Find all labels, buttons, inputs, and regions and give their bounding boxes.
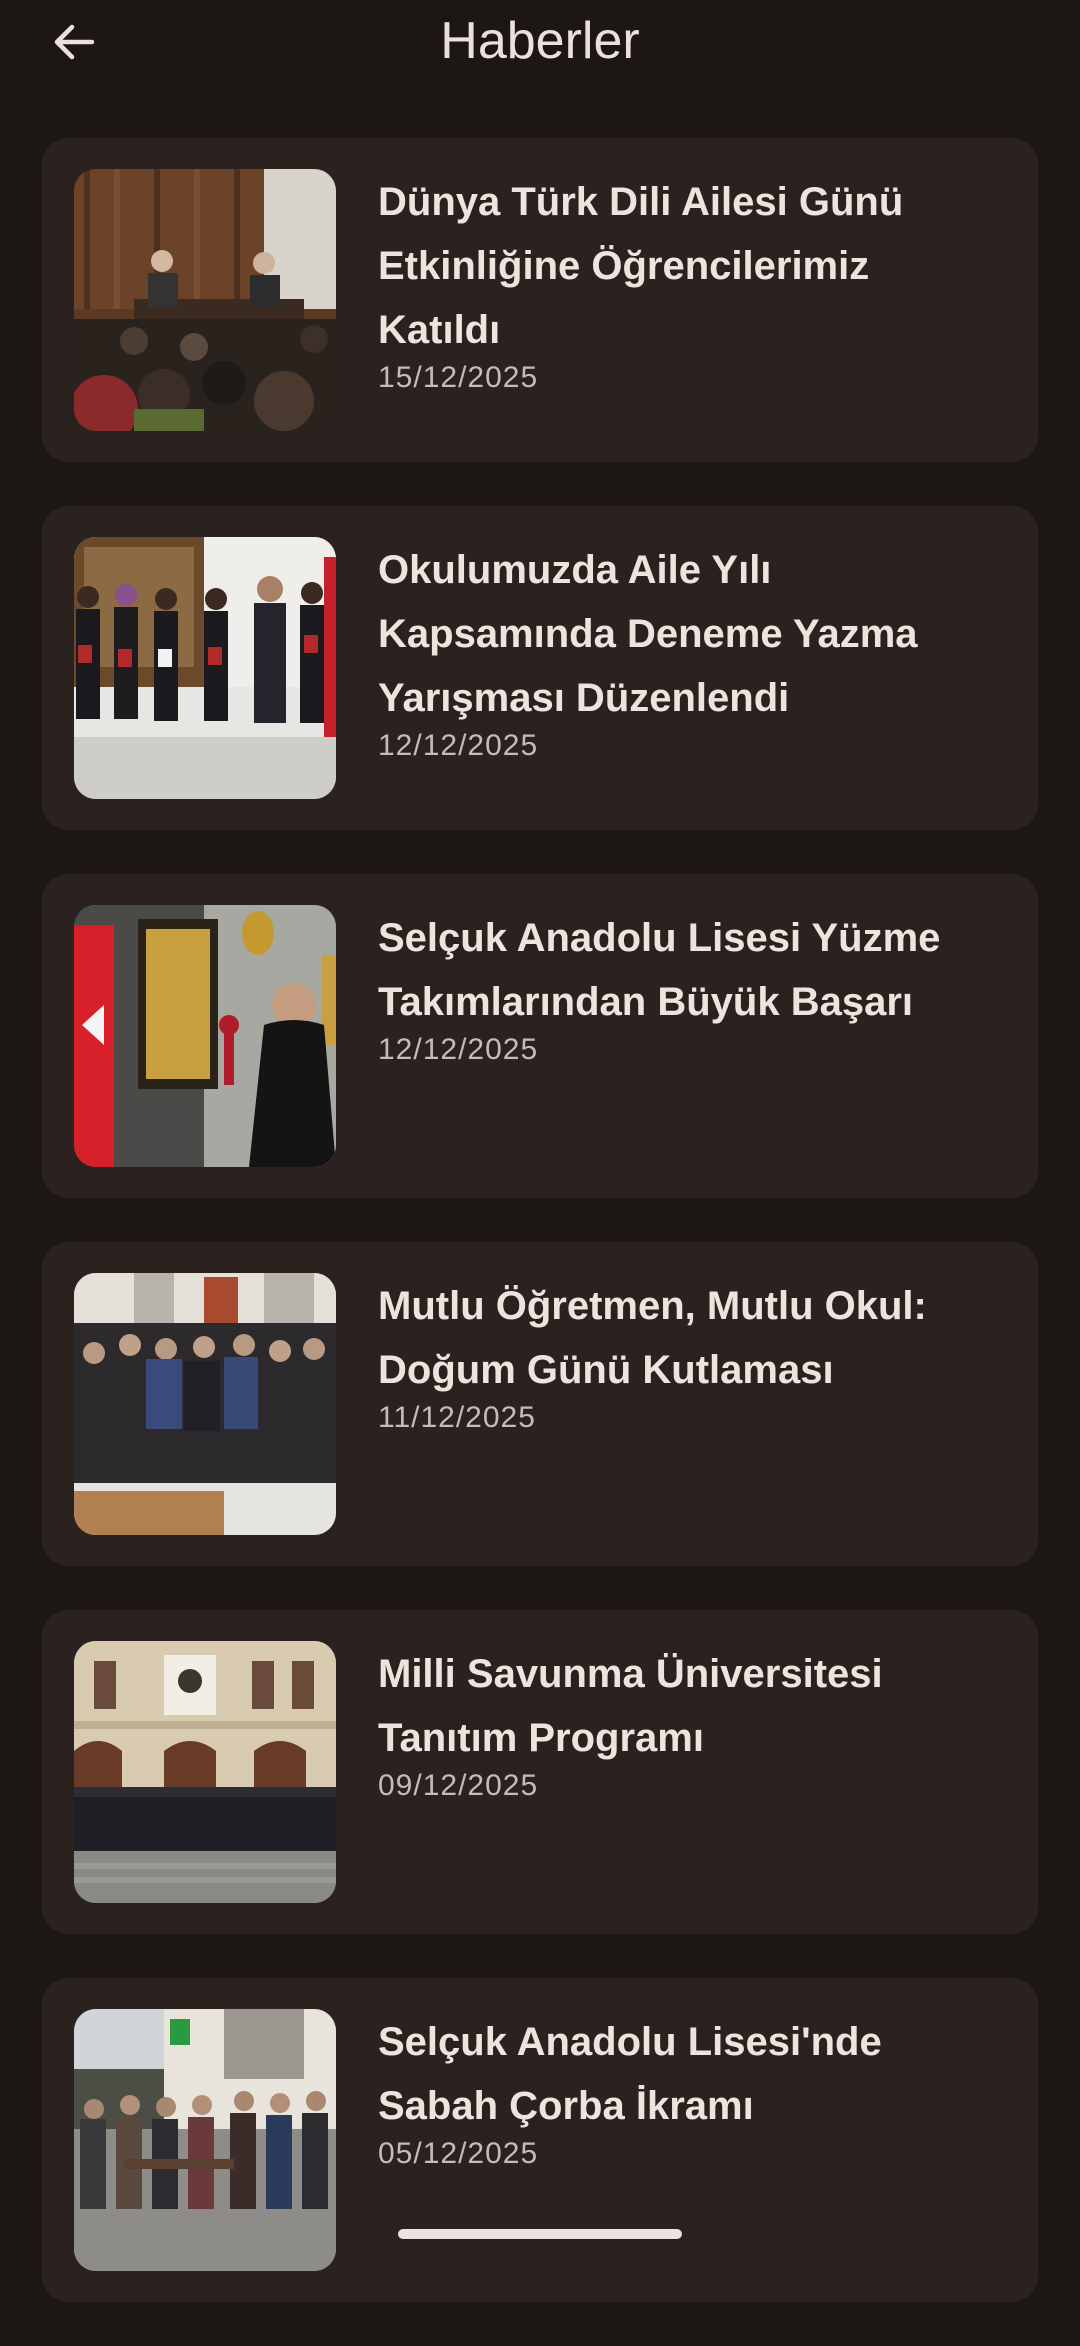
news-thumbnail — [74, 1273, 336, 1535]
news-title: Mutlu Öğretmen, Mutlu Okul: Doğum Günü K… — [378, 1284, 927, 1392]
news-date: 15/12/2025 — [378, 361, 539, 394]
news-card[interactable]: Selçuk Anadolu Lisesi Yüzme Takımlarında… — [42, 874, 1038, 1198]
news-card[interactable]: Selçuk Anadolu Lisesi'nde Sabah Çorba İk… — [42, 1978, 1038, 2302]
news-date: 12/12/2025 — [378, 1033, 539, 1066]
news-thumbnail — [74, 169, 336, 431]
news-date: 09/12/2025 — [378, 1769, 539, 1802]
news-title: Selçuk Anadolu Lisesi'nde Sabah Çorba İk… — [378, 2020, 882, 2128]
news-title: Okulumuzda Aile Yılı Kapsamında Deneme Y… — [378, 548, 918, 720]
news-title: Milli Savunma Üniversitesi Tanıtım Progr… — [378, 1652, 883, 1760]
news-list: Dünya Türk Dili Ailesi Günü Etkinliğine … — [42, 138, 1038, 2346]
news-thumbnail — [74, 1641, 336, 1903]
news-title: Selçuk Anadolu Lisesi Yüzme Takımlarında… — [378, 916, 941, 1024]
news-date: 11/12/2025 — [378, 1401, 536, 1434]
home-indicator[interactable] — [398, 2229, 682, 2239]
app-bar: Haberler — [0, 0, 1080, 88]
news-title: Dünya Türk Dili Ailesi Günü Etkinliğine … — [378, 180, 904, 352]
news-thumbnail — [74, 537, 336, 799]
news-card[interactable]: Milli Savunma Üniversitesi Tanıtım Progr… — [42, 1610, 1038, 1934]
news-card[interactable]: Dünya Türk Dili Ailesi Günü Etkinliğine … — [42, 138, 1038, 462]
news-date: 12/12/2025 — [378, 729, 539, 762]
news-date: 05/12/2025 — [378, 2137, 539, 2170]
news-thumbnail — [74, 905, 336, 1167]
news-card[interactable]: Okulumuzda Aile Yılı Kapsamında Deneme Y… — [42, 506, 1038, 830]
news-thumbnail — [74, 2009, 336, 2271]
news-card[interactable]: Mutlu Öğretmen, Mutlu Okul: Doğum Günü K… — [42, 1242, 1038, 1566]
page-title: Haberler — [440, 12, 640, 70]
